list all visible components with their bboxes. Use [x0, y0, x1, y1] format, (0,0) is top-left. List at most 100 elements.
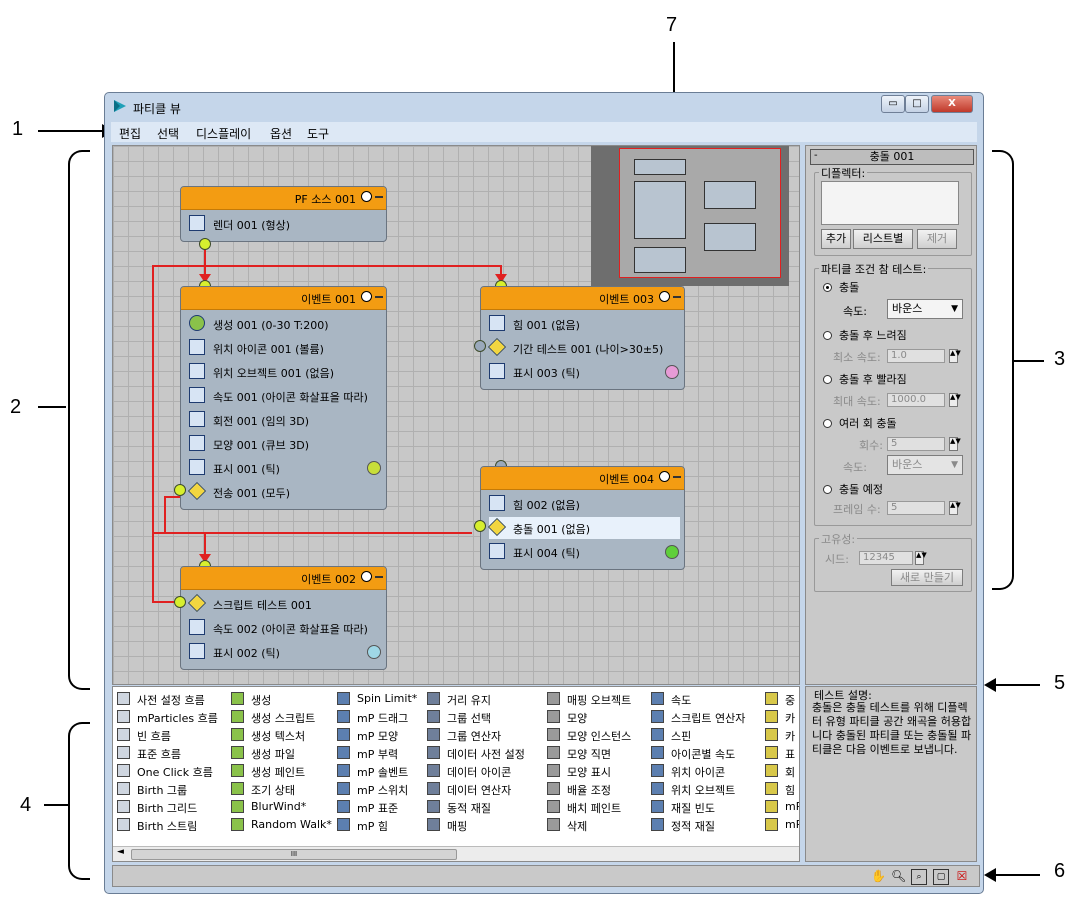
script-test-connector[interactable]	[174, 596, 186, 608]
max-speed-field[interactable]: 1000.0	[887, 393, 945, 407]
operator-birth[interactable]: 생성 001 (0-30 T:200)	[189, 313, 382, 335]
depot-item-label: 생성 파일	[251, 748, 295, 761]
zoom-extents-icon[interactable]: ▢	[933, 869, 949, 885]
operator-send-out[interactable]: 전송 001 (모두)	[187, 481, 382, 503]
wire-left-vertical	[152, 265, 154, 602]
remove-button[interactable]: 제거	[917, 229, 957, 249]
count-spinner[interactable]: ▲▼	[949, 437, 961, 451]
display-color-swatch[interactable]	[665, 365, 679, 379]
node-event-001[interactable]: 이벤트 001 생성 001 (0-30 T:200) 위치 아이콘 001 (…	[180, 286, 387, 510]
collides-fast-radio[interactable]	[823, 375, 832, 384]
frames-field[interactable]: 5	[887, 501, 945, 515]
rollout-header[interactable]: 충돌 001	[810, 149, 974, 165]
depot-operator-icon	[547, 800, 560, 813]
collides-multiple-radio[interactable]	[823, 419, 832, 428]
speed-dropdown[interactable]: 바운스 ▼	[887, 299, 963, 319]
node-pf-source[interactable]: PF 소스 001 렌더 001 (형상)	[180, 186, 387, 242]
operator-render[interactable]: 렌더 001 (형상)	[189, 213, 382, 235]
add-button[interactable]: 추가	[821, 229, 851, 249]
node-header[interactable]: 이벤트 001	[181, 287, 386, 310]
max-speed-spinner[interactable]: ▲▼	[949, 393, 961, 407]
collapse-icon[interactable]: -	[814, 150, 818, 161]
display-color-swatch[interactable]	[665, 545, 679, 559]
deflectors-list[interactable]	[821, 181, 959, 225]
seed-spinner[interactable]: ▲▼	[915, 551, 927, 565]
node-header[interactable]: 이벤트 002	[181, 567, 386, 590]
display-color-swatch[interactable]	[367, 645, 381, 659]
display-color-swatch[interactable]	[367, 461, 381, 475]
horizontal-scrollbar[interactable]: ◄ III	[113, 846, 799, 861]
node-event-004[interactable]: 이벤트 004 힘 002 (없음) 충돌 001 (없음) 표시 004 (틱…	[480, 466, 685, 570]
collapse-icon[interactable]	[673, 476, 681, 478]
close-button[interactable]: X	[931, 95, 973, 113]
speed2-dropdown[interactable]: 바운스 ▼	[887, 455, 963, 475]
source-output-connector[interactable]	[199, 238, 211, 250]
zoom-icon[interactable]: 🔍︎	[891, 869, 906, 883]
operator-speed[interactable]: 속도 002 (아이콘 화살표을 따라)	[189, 617, 382, 639]
node-header[interactable]: 이벤트 004	[481, 467, 684, 490]
collides-slow-radio[interactable]	[823, 331, 832, 340]
operator-position-object[interactable]: 위치 오브젝트 001 (없음)	[189, 361, 382, 383]
operator-label: 속도 002 (아이콘 화살표을 따라)	[213, 623, 368, 636]
scroll-thumb[interactable]: III	[131, 849, 457, 860]
operator-age-test[interactable]: 기간 테스트 001 (나이>30±5)	[487, 337, 680, 359]
age-test-connector[interactable]	[474, 340, 486, 352]
operator-display[interactable]: 표시 001 (틱)	[189, 457, 382, 479]
node-event-002[interactable]: 이벤트 002 스크립트 테스트 001 속도 002 (아이콘 화살표을 따라…	[180, 566, 387, 670]
collides-radio[interactable]	[823, 283, 832, 292]
by-list-button[interactable]: 리스트별	[853, 229, 913, 249]
collapse-icon[interactable]	[375, 196, 383, 198]
light-bulb-icon[interactable]	[361, 291, 372, 302]
scroll-left-icon[interactable]: ◄	[117, 847, 124, 857]
menu-tools[interactable]: 도구	[307, 125, 329, 142]
collision-connector[interactable]	[474, 520, 486, 532]
operator-display[interactable]: 표시 003 (틱)	[489, 361, 680, 383]
no-overview-icon[interactable]: ☒	[955, 869, 969, 883]
event-display-canvas[interactable]: PF 소스 001 렌더 001 (형상) 이벤트 001 생성 001 (0-…	[112, 145, 800, 685]
operator-label: 힘 002 (없음)	[513, 499, 580, 512]
light-bulb-icon[interactable]	[659, 471, 670, 482]
frames-spinner[interactable]: ▲▼	[949, 501, 961, 515]
new-seed-button[interactable]: 새로 만들기	[891, 569, 963, 586]
light-bulb-icon[interactable]	[659, 291, 670, 302]
shape-icon	[189, 435, 205, 451]
operator-force[interactable]: 힘 002 (없음)	[489, 493, 680, 515]
depot-operator-icon	[651, 782, 664, 795]
zoom-region-icon[interactable]: ⌕	[911, 869, 927, 885]
operator-label: 표시 002 (틱)	[213, 647, 280, 660]
collapse-icon[interactable]	[375, 296, 383, 298]
depot-item-label: 데이터 사전 설정	[447, 748, 525, 761]
count-field[interactable]: 5	[887, 437, 945, 451]
operator-display[interactable]: 표시 002 (틱)	[189, 641, 382, 663]
operator-rotation[interactable]: 회전 001 (임의 3D)	[189, 409, 382, 431]
operator-collision-selected[interactable]: 충돌 001 (없음)	[487, 517, 680, 539]
node-header[interactable]: 이벤트 003	[481, 287, 684, 310]
min-speed-spinner[interactable]: ▲▼	[949, 349, 961, 363]
node-event-003[interactable]: 이벤트 003 힘 001 (없음) 기간 테스트 001 (나이>30±5) …	[480, 286, 685, 390]
minimize-button[interactable]: ▭	[881, 95, 905, 113]
send-out-connector[interactable]	[174, 484, 186, 496]
operator-shape[interactable]: 모양 001 (큐브 3D)	[189, 433, 382, 455]
min-speed-field[interactable]: 1.0	[887, 349, 945, 363]
operator-script-test[interactable]: 스크립트 테스트 001	[187, 593, 382, 615]
navigator-overview[interactable]	[591, 146, 789, 286]
collapse-icon[interactable]	[673, 296, 681, 298]
callout-4-tick	[44, 804, 68, 806]
menu-display[interactable]: 디스플레이	[196, 125, 251, 142]
operator-position-icon[interactable]: 위치 아이콘 001 (볼륨)	[189, 337, 382, 359]
will-collide-radio[interactable]	[823, 485, 832, 494]
seed-field[interactable]: 12345	[859, 551, 913, 565]
menu-edit[interactable]: 편집	[119, 125, 141, 142]
operator-force[interactable]: 힘 001 (없음)	[489, 313, 680, 335]
menu-select[interactable]: 선택	[157, 125, 179, 142]
light-bulb-icon[interactable]	[361, 191, 372, 202]
maximize-button[interactable]: □	[905, 95, 929, 113]
collapse-icon[interactable]	[375, 576, 383, 578]
navigator-viewport[interactable]	[619, 148, 781, 278]
operator-display[interactable]: 표시 004 (틱)	[489, 541, 680, 563]
light-bulb-icon[interactable]	[361, 571, 372, 582]
menu-options[interactable]: 옵션	[270, 125, 292, 142]
operator-speed[interactable]: 속도 001 (아이콘 화살표을 따라)	[189, 385, 382, 407]
pan-icon[interactable]: ✋	[871, 869, 886, 883]
node-header[interactable]: PF 소스 001	[181, 187, 386, 210]
